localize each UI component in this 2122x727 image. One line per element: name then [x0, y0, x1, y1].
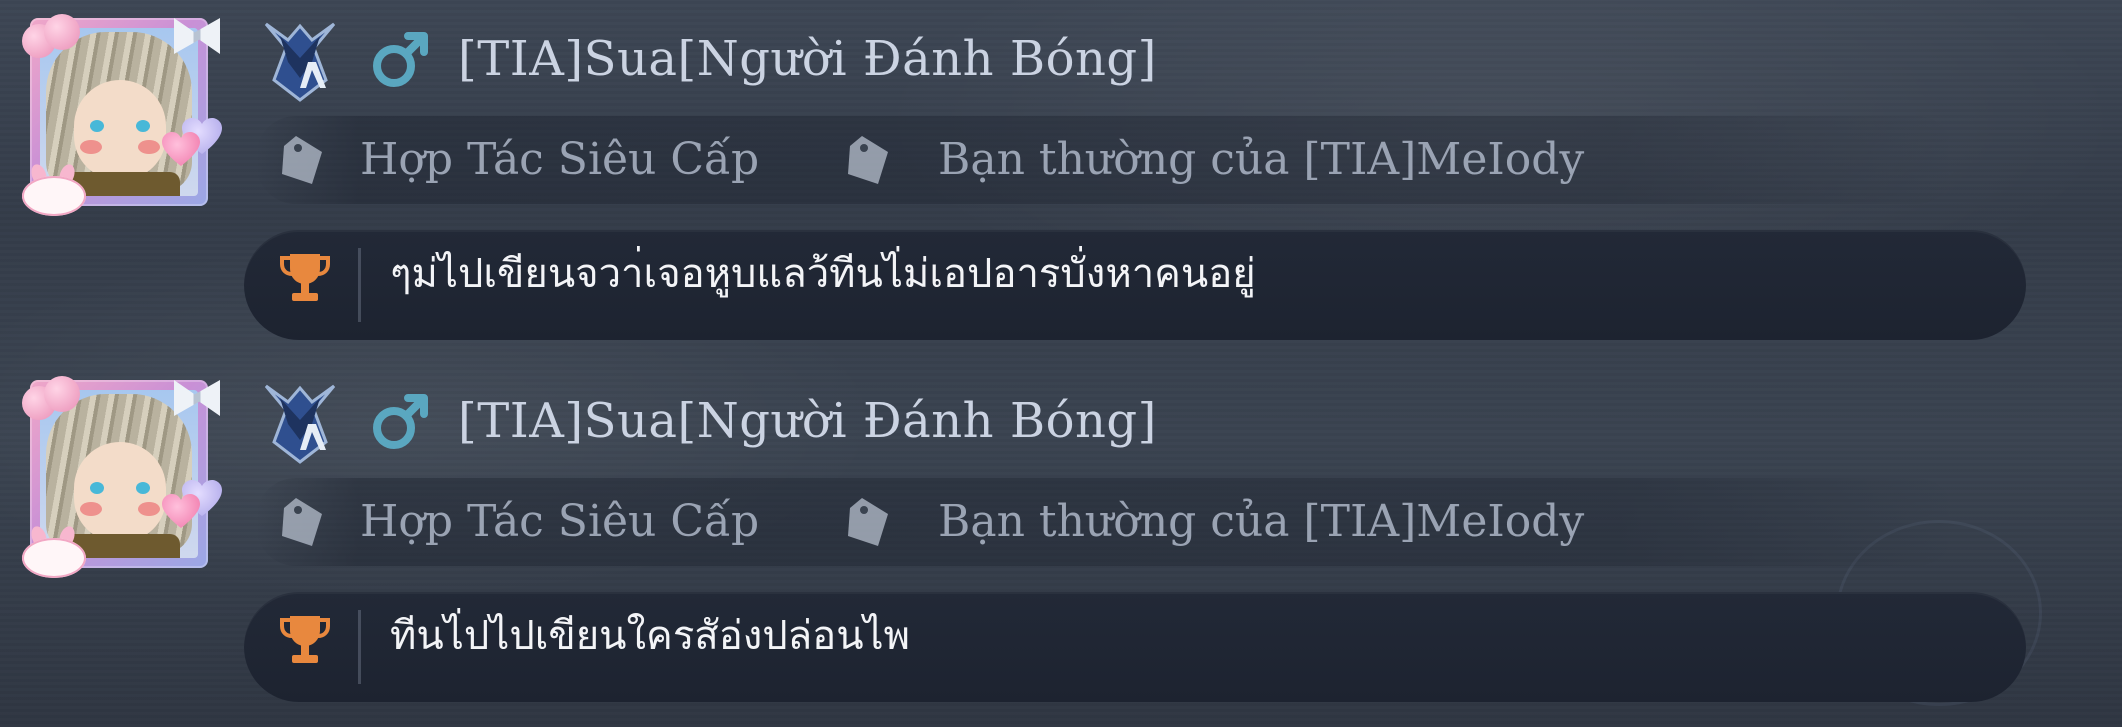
- username[interactable]: [TIA]Sua[Người Đánh Bóng]: [458, 386, 1157, 456]
- player-avatar[interactable]: [22, 376, 222, 578]
- male-symbol-icon: [373, 32, 428, 87]
- rank-v-badge-icon[interactable]: [256, 18, 344, 104]
- trophy-icon: [280, 616, 330, 663]
- tag-icon: [282, 498, 322, 546]
- signature-bubble: ทีนไ่ปไปเขียนใครสัอ่งปล่อนไพ: [244, 592, 2026, 702]
- divider: [358, 610, 361, 684]
- tag-label[interactable]: Bạn thường của [TIA]MeIody: [938, 490, 1584, 554]
- tag-icon: [282, 136, 322, 184]
- bunny-decoration-icon: [14, 524, 94, 580]
- chat-message: [TIA]Sua[Người Đánh Bóng] Hợp Tác Siêu C…: [0, 0, 2122, 362]
- signature-text: ทีนไ่ปไปเขียนใครสัอ่งปล่อนไพ: [390, 613, 911, 659]
- trophy-icon: [280, 254, 330, 301]
- player-avatar[interactable]: [22, 14, 222, 216]
- pompom-decoration-icon: [22, 376, 80, 426]
- username[interactable]: [TIA]Sua[Người Đánh Bóng]: [458, 24, 1157, 94]
- tag-icon: [848, 136, 888, 184]
- divider: [358, 248, 361, 322]
- male-symbol-icon: [373, 394, 428, 449]
- signature-text: ๆม่ไปเขียนจวา่เจอหูบแลว้ทีนไ่ม่เอปอารบั่…: [390, 251, 1256, 297]
- tag-label[interactable]: Bạn thường của [TIA]MeIody: [938, 128, 1584, 192]
- tag-label[interactable]: Hợp Tác Siêu Cấp: [360, 490, 759, 554]
- tag-row: Hợp Tác Siêu Cấp Bạn thường của [TIA]MeI…: [256, 116, 1956, 204]
- tag-icon: [848, 498, 888, 546]
- pompom-decoration-icon: [22, 14, 80, 64]
- tag-row: Hợp Tác Siêu Cấp Bạn thường của [TIA]MeI…: [256, 478, 1956, 566]
- tag-label[interactable]: Hợp Tác Siêu Cấp: [360, 128, 759, 192]
- signature-bubble: ๆม่ไปเขียนจวา่เจอหูบแลว้ทีนไ่ม่เอปอารบั่…: [244, 230, 2026, 340]
- bunny-decoration-icon: [14, 162, 94, 218]
- rank-v-badge-icon[interactable]: [256, 380, 344, 466]
- chat-message: [TIA]Sua[Người Đánh Bóng] Hợp Tác Siêu C…: [0, 362, 2122, 724]
